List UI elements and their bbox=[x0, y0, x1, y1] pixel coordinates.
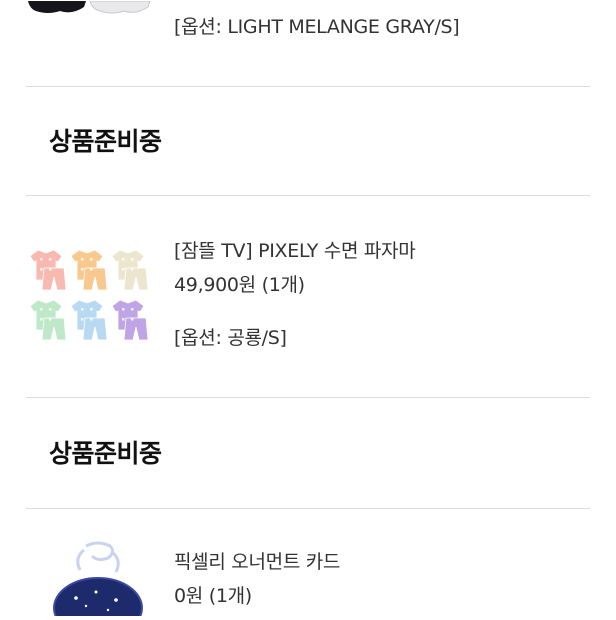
pajama-variant-image bbox=[29, 249, 67, 291]
divider bbox=[26, 397, 590, 398]
product-name[interactable]: [잠뜰 TV] PIXELY 수면 파자마 bbox=[174, 236, 416, 263]
order-status-title: 상품준비중 bbox=[49, 439, 162, 468]
product-thumbnail[interactable] bbox=[46, 540, 146, 620]
product-price-quantity: 49,900원 (1개) bbox=[174, 274, 305, 296]
divider bbox=[26, 195, 590, 196]
pajama-variant-image bbox=[29, 299, 67, 341]
item-option: [옵션: LIGHT MELANGE GRAY/S] bbox=[174, 16, 460, 38]
divider bbox=[26, 508, 590, 509]
product-thumbnail[interactable] bbox=[26, 0, 154, 14]
product-price-quantity: 0원 (1개) bbox=[174, 585, 252, 607]
pajama-variant-image bbox=[111, 249, 149, 291]
item-option: [옵션: 공룡/S] bbox=[174, 327, 287, 349]
pajama-variant-image bbox=[70, 249, 108, 291]
pajama-variant-image bbox=[70, 299, 108, 341]
divider bbox=[26, 86, 590, 87]
order-status-title: 상품준비중 bbox=[49, 127, 162, 156]
product-name[interactable]: 픽셀리 오너먼트 카드 bbox=[174, 547, 340, 574]
pajama-variant-image bbox=[111, 299, 149, 341]
product-thumbnail[interactable] bbox=[26, 246, 150, 342]
